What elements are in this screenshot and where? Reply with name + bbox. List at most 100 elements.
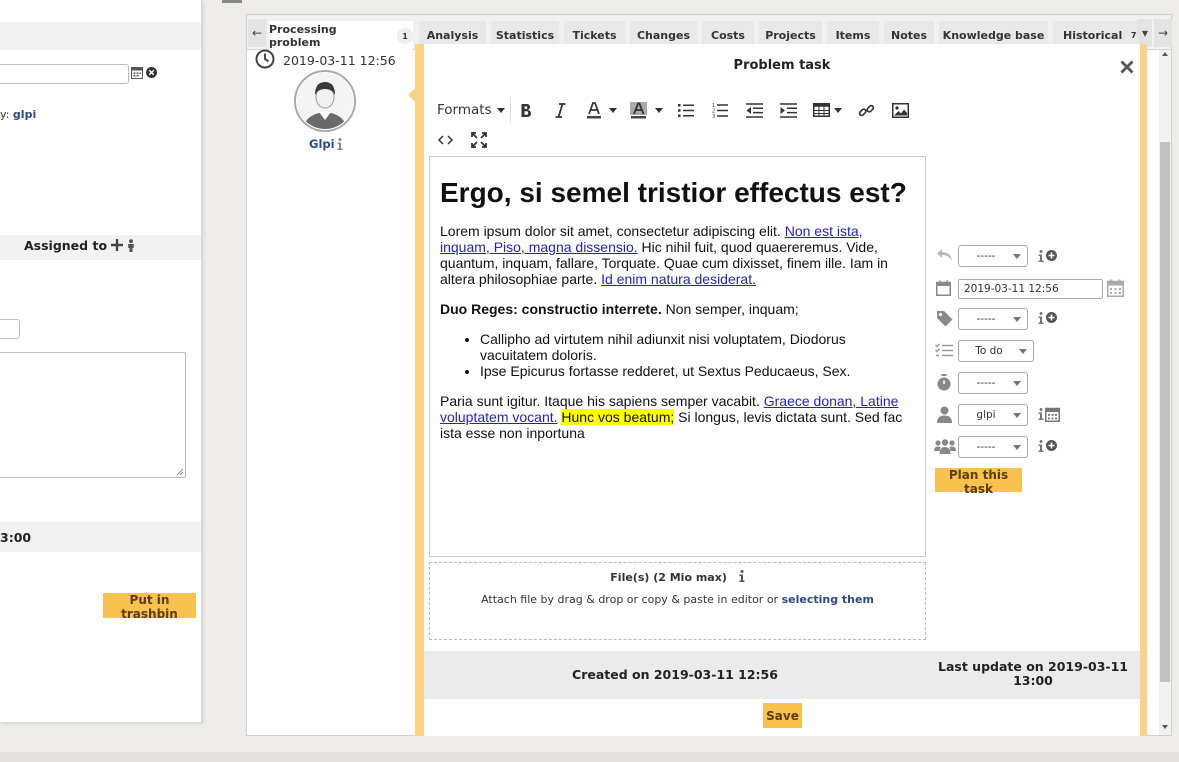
request-source-select[interactable]: -----: [958, 245, 1028, 267]
info-icon[interactable]: [337, 138, 343, 150]
task-status-select[interactable]: To do: [958, 340, 1034, 362]
top-handle: [222, 0, 242, 3]
fullscreen-icon[interactable]: [469, 127, 489, 153]
timeline-datetime: 2019-03-11 12:56: [283, 53, 396, 68]
tab-label: Knowledge base: [942, 29, 1045, 42]
indent-icon[interactable]: [778, 97, 798, 123]
user-avatar: [294, 70, 356, 132]
content-paragraph: Paria sunt igitur. Itaque his sapiens se…: [440, 393, 915, 441]
text-color-icon[interactable]: [584, 97, 604, 123]
clear-icon[interactable]: [146, 67, 157, 78]
bold-icon[interactable]: [516, 97, 536, 123]
toolbar-divider: [510, 97, 511, 123]
link-icon[interactable]: [856, 97, 876, 123]
date-input[interactable]: [0, 64, 129, 84]
tabs-prev-arrow[interactable]: ←: [248, 19, 266, 47]
add-actor-icon[interactable]: [111, 239, 123, 251]
rich-text-editor[interactable]: Ergo, si semel tristior effectus est? Lo…: [429, 156, 926, 557]
left-header-band: [0, 22, 201, 50]
select-value: -----: [976, 441, 996, 453]
small-input[interactable]: [0, 319, 20, 339]
info-icon[interactable]: [1038, 408, 1044, 420]
info-icon[interactable]: [1038, 250, 1044, 262]
chevron-down-icon: [1019, 348, 1027, 354]
content-paragraph: Duo Reges: constructio interrete. Non se…: [440, 301, 915, 317]
info-icon[interactable]: [1038, 312, 1044, 324]
background-color-caret-icon[interactable]: [654, 97, 664, 123]
calendar-icon: [936, 280, 951, 296]
dialog-title: Problem task: [733, 58, 831, 73]
scroll-up-arrow[interactable]: [1162, 52, 1168, 56]
select-value: To do: [975, 345, 1003, 357]
calendar-picker-icon[interactable]: [1107, 279, 1124, 297]
task-duration-select[interactable]: -----: [958, 372, 1028, 394]
background-color-icon[interactable]: [628, 97, 648, 123]
calendar-icon[interactable]: [1045, 406, 1060, 422]
by-user-link[interactable]: glpi: [13, 108, 36, 121]
list-item: Callipho ad virtutem nihil adiunxit nisi…: [480, 331, 915, 363]
select-value: -----: [976, 250, 996, 262]
last-update-time: 13:00: [1013, 673, 1053, 688]
stopwatch-icon: [936, 374, 952, 391]
add-icon[interactable]: [1046, 250, 1057, 261]
scroll-down-arrow[interactable]: [1162, 725, 1168, 729]
tabs-next-arrow[interactable]: →: [1154, 19, 1172, 47]
content-heading: Ergo, si semel tristior effectus est?: [440, 177, 907, 208]
tab-label: Costs: [711, 29, 745, 42]
select-value: -----: [976, 377, 996, 389]
outdent-icon[interactable]: [744, 97, 764, 123]
info-icon[interactable]: [739, 570, 745, 582]
tab-processing-problem[interactable]: Processing problem 1: [269, 21, 413, 51]
scroll-thumb[interactable]: [1160, 142, 1170, 682]
chevron-down-icon: [1013, 412, 1021, 418]
text-color-caret-icon[interactable]: [608, 97, 618, 123]
tab-label: Tickets: [572, 29, 617, 42]
add-icon[interactable]: [1046, 312, 1057, 323]
task-date-input[interactable]: 2019-03-11 12:56: [958, 279, 1103, 299]
chevron-down-icon: [1013, 316, 1021, 322]
select-files-link[interactable]: selecting them: [782, 593, 874, 606]
paragraph-text: Lorem ipsum dolor sit amet, consectetur …: [440, 223, 785, 239]
info-icon[interactable]: [1038, 440, 1044, 452]
select-value: -----: [976, 313, 996, 325]
bullet-list-icon[interactable]: [676, 97, 696, 123]
assign-self-icon[interactable]: [127, 239, 135, 252]
select-value: glpi: [976, 409, 996, 421]
italic-icon[interactable]: [550, 97, 570, 123]
content-textarea[interactable]: [0, 352, 186, 478]
formats-dropdown[interactable]: Formats: [437, 97, 505, 123]
save-button[interactable]: Save: [763, 703, 802, 728]
task-category-select[interactable]: -----: [958, 308, 1028, 330]
close-icon[interactable]: [1120, 60, 1134, 74]
left-panel: y: glpi Assigned to 3:00 Put in trashbin: [0, 0, 202, 722]
task-user-select[interactable]: glpi: [958, 404, 1028, 426]
by-label: y:: [0, 108, 10, 121]
tab-label: Processing problem: [269, 23, 337, 49]
timeline-user-link[interactable]: Glpi: [309, 137, 335, 151]
content-link[interactable]: Id enim natura desiderat.: [601, 271, 756, 287]
tabs-dropdown[interactable]: ▾: [1138, 19, 1152, 47]
list-item: Ipse Epicurus fortasse redderet, ut Sext…: [480, 363, 915, 379]
source-code-icon[interactable]: [435, 127, 455, 153]
numbered-list-icon[interactable]: 123: [710, 97, 730, 123]
chevron-down-icon: [1013, 380, 1021, 386]
dropzone-text: Attach file by drag & drop or copy & pas…: [481, 593, 782, 606]
table-icon[interactable]: [810, 97, 844, 123]
paragraph-text: Paria sunt igitur. Itaque his sapiens se…: [440, 393, 764, 409]
task-group-select[interactable]: -----: [958, 436, 1028, 458]
by-user-line: y: glpi: [0, 108, 36, 121]
chevron-down-icon: [496, 107, 505, 113]
scrollbar[interactable]: [1159, 50, 1171, 735]
image-icon[interactable]: [890, 97, 910, 123]
add-icon[interactable]: [1046, 440, 1057, 451]
reply-icon: [936, 248, 953, 262]
highlighted-text: Hunc vos beatum;: [561, 409, 675, 425]
clock-icon: [255, 49, 275, 69]
last-update-line: Last update on 2019-03-11: [938, 659, 1128, 674]
plan-this-task-button[interactable]: Plan this task: [935, 468, 1022, 496]
file-dropzone[interactable]: File(s) (2 Mio max) Attach file by drag …: [429, 562, 926, 640]
put-in-trashbin-button[interactable]: Put in trashbin: [103, 593, 196, 621]
tag-icon: [936, 310, 953, 327]
chevron-down-icon: [1013, 253, 1021, 259]
calendar-icon[interactable]: [131, 66, 143, 79]
